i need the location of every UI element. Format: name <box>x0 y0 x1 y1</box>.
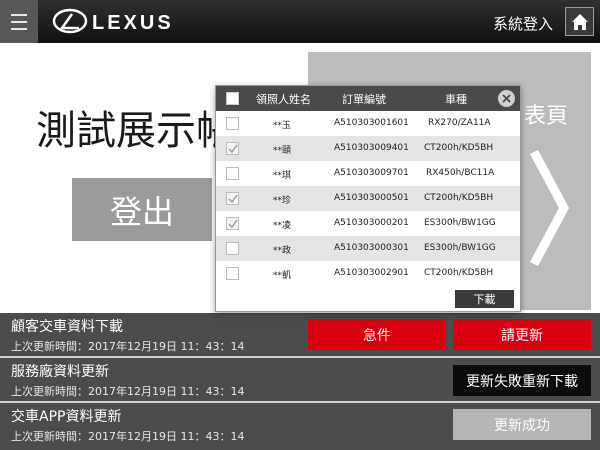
table-row[interactable]: **頤 A510303009401 CT200h/KD5BH <box>216 136 520 161</box>
urgent-button[interactable]: 急件 <box>308 319 446 350</box>
home-icon <box>572 14 588 30</box>
customer-name: **頤 <box>273 146 292 156</box>
chevron-right-icon <box>530 149 570 267</box>
car-model: CT200h/KD5BH <box>424 193 494 203</box>
update-success-button[interactable]: 更新成功 <box>453 409 591 440</box>
order-number: A510303000301 <box>334 243 409 253</box>
car-model: CT200h/KD5BH <box>424 268 494 278</box>
logout-button[interactable]: 登出 <box>72 178 212 241</box>
select-all-checkbox[interactable] <box>226 92 239 105</box>
car-model: ES300h/BW1GG <box>424 243 496 253</box>
retry-download-button[interactable]: 更新失敗重新下載 <box>453 365 591 396</box>
column-header-order: 訂單編號 <box>342 93 386 106</box>
login-link[interactable]: 系統登入 <box>493 13 553 34</box>
menu-button[interactable] <box>0 0 38 43</box>
sync-title: 顧客交車資料下載 <box>11 319 123 335</box>
column-header-name: 領照人姓名 <box>256 93 311 106</box>
hamburger-icon <box>11 14 27 16</box>
car-model: RX450h/BC11A <box>426 168 495 178</box>
brand-text: LEXUS <box>92 12 174 34</box>
table-row[interactable]: **政 A510303000301 ES300h/BW1GG <box>216 236 520 261</box>
order-number: A510303000501 <box>334 193 409 203</box>
car-model: CT200h/KD5BH <box>424 143 494 153</box>
customer-name: **琪 <box>273 171 292 181</box>
car-model: ES300h/BW1GG <box>424 218 496 228</box>
vehicle-select-dialog: 領照人姓名 訂單編號 車種 **玉 A510303001601 RX270/ZA… <box>215 85 521 312</box>
lexus-logo: LEXUS <box>52 6 192 40</box>
sync-row-app: 交車APP資料更新 上次更新時間：2017年12月19日 11：43：14 更新… <box>0 403 600 448</box>
order-number: A510303000201 <box>334 218 409 228</box>
row-checkbox[interactable] <box>226 192 239 205</box>
sync-row-service: 服務廠資料更新 上次更新時間：2017年12月19日 11：43：14 更新失敗… <box>0 358 600 403</box>
row-checkbox[interactable] <box>226 167 239 180</box>
customer-name: **政 <box>273 246 292 256</box>
column-header-model: 車種 <box>445 93 467 106</box>
table-row[interactable]: **珍 A510303000501 CT200h/KD5BH <box>216 186 520 211</box>
row-checkbox[interactable] <box>226 217 239 230</box>
sync-time: 上次更新時間：2017年12月19日 11：43：14 <box>11 340 245 353</box>
table-row[interactable]: **琪 A510303009701 RX450h/BC11A <box>216 161 520 186</box>
please-update-button[interactable]: 請更新 <box>453 319 591 350</box>
sync-title: 交車APP資料更新 <box>11 409 122 425</box>
check-icon <box>228 219 238 229</box>
table-header: 領照人姓名 訂單編號 車種 <box>216 86 520 111</box>
app-header: LEXUS 系統登入 <box>0 0 600 43</box>
hamburger-icon-line <box>11 21 27 23</box>
customer-name: **凱 <box>273 271 292 281</box>
sync-time: 上次更新時間：2017年12月19日 11：43：14 <box>11 430 245 443</box>
customer-name: **凌 <box>273 221 292 231</box>
row-checkbox[interactable] <box>226 117 239 130</box>
page-title: 測試展示帳 <box>36 108 236 154</box>
order-number: A510303002901 <box>334 268 409 278</box>
row-checkbox[interactable] <box>226 267 239 280</box>
sync-title: 服務廠資料更新 <box>11 364 109 380</box>
sync-row-customer: 顧客交車資料下載 上次更新時間：2017年12月19日 11：43：14 急件 … <box>0 313 600 358</box>
customer-name: **玉 <box>273 121 292 131</box>
order-number: A510303001601 <box>334 118 409 128</box>
car-model: RX270/ZA11A <box>428 118 491 128</box>
panel-label: 表頁 <box>524 104 569 129</box>
order-number: A510303009701 <box>334 168 409 178</box>
hamburger-icon-line <box>11 28 27 30</box>
close-button[interactable] <box>498 90 515 107</box>
row-checkbox[interactable] <box>226 242 239 255</box>
sync-time: 上次更新時間：2017年12月19日 11：43：14 <box>11 385 245 398</box>
download-button[interactable]: 下載 <box>455 290 514 308</box>
order-number: A510303009401 <box>334 143 409 153</box>
table-row[interactable]: **凌 A510303000201 ES300h/BW1GG <box>216 211 520 236</box>
check-icon <box>228 194 238 204</box>
home-button[interactable] <box>565 7 594 36</box>
table-row[interactable]: **凱 A510303002901 CT200h/KD5BH <box>216 261 520 286</box>
table-row[interactable]: **玉 A510303001601 RX270/ZA11A <box>216 111 520 136</box>
row-checkbox[interactable] <box>226 142 239 155</box>
sync-list: 顧客交車資料下載 上次更新時間：2017年12月19日 11：43：14 急件 … <box>0 313 600 450</box>
close-icon <box>502 94 511 103</box>
customer-name: **珍 <box>273 196 292 206</box>
check-icon <box>228 144 238 154</box>
